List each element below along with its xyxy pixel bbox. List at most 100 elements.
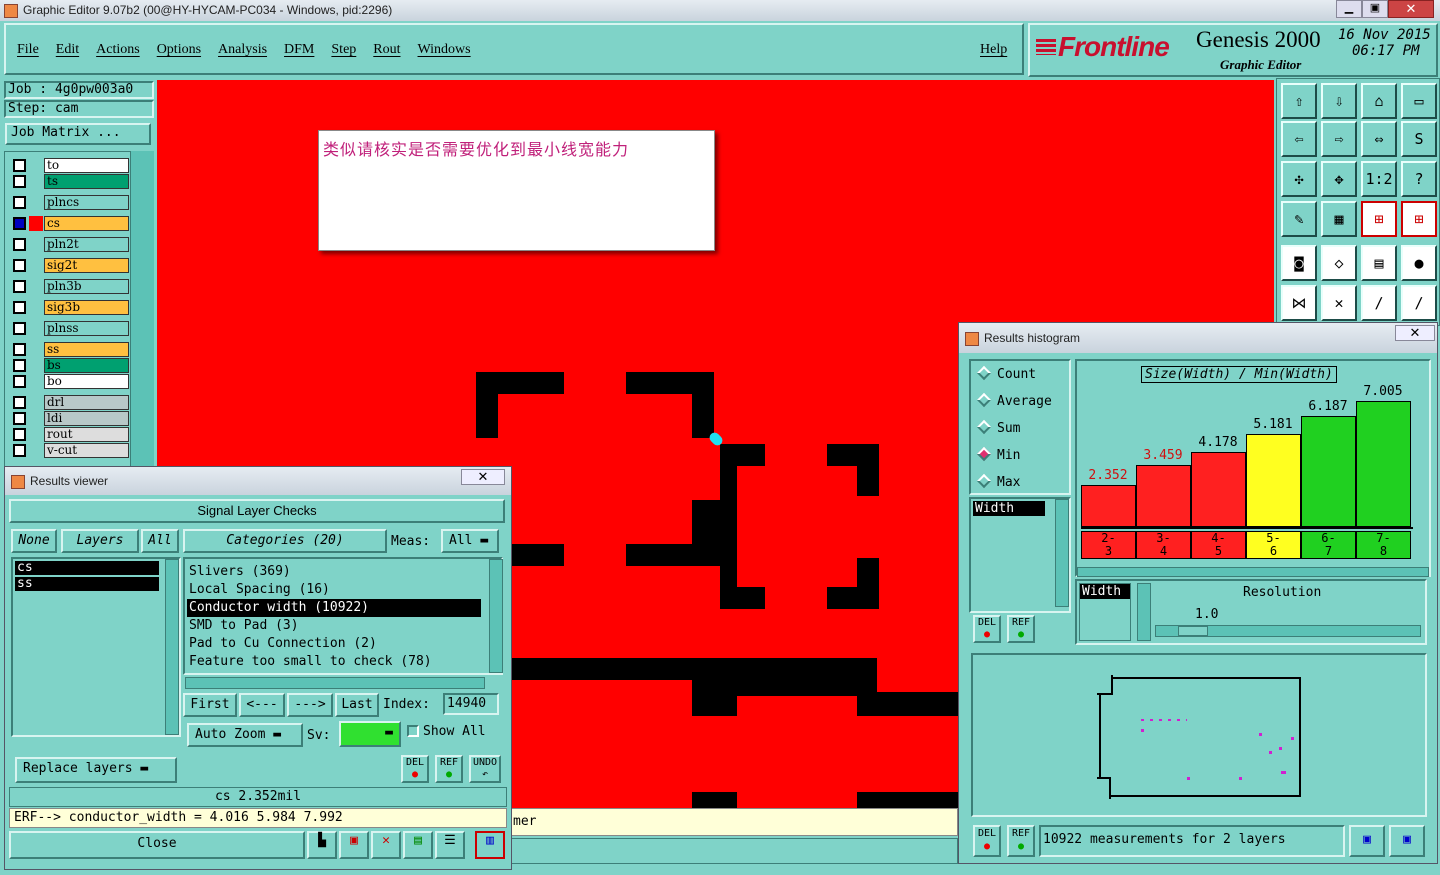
layers-alt-icon[interactable]: ⊞ <box>1401 201 1437 237</box>
layer-select-list[interactable]: cs ss <box>11 557 181 737</box>
line-alt-icon[interactable]: ∕ <box>1401 285 1437 321</box>
layer-name[interactable]: to <box>44 158 129 173</box>
layer-checkbox[interactable] <box>13 175 26 188</box>
list-item[interactable]: cs <box>15 561 159 575</box>
radio-icon[interactable] <box>976 365 992 381</box>
category-hscrollbar[interactable] <box>185 677 485 689</box>
pad-icon[interactable]: ◙ <box>1281 245 1317 281</box>
histogram-icon[interactable]: ▥ <box>475 831 505 859</box>
layer-checkbox[interactable] <box>13 301 26 314</box>
layer-name[interactable]: plncs <box>44 195 129 210</box>
move-down-icon[interactable]: ⇩ <box>1321 83 1357 119</box>
layer-name[interactable]: ts <box>44 174 129 189</box>
polygon-icon[interactable]: ◇ <box>1321 245 1357 281</box>
layer-checkbox[interactable] <box>13 217 26 230</box>
layer-color-swatch[interactable] <box>29 443 43 458</box>
layer-checkbox[interactable] <box>13 322 26 335</box>
layer-checkbox[interactable] <box>13 375 26 388</box>
layer-color-swatch[interactable] <box>29 237 43 252</box>
category-item[interactable]: SMD to Pad (3) <box>187 617 481 635</box>
layer-checkbox[interactable] <box>13 343 26 356</box>
layer-color-swatch[interactable] <box>29 321 43 336</box>
zoom-fit-icon[interactable]: ✣ <box>1281 161 1317 197</box>
histogram-bar[interactable] <box>1136 465 1191 527</box>
dot-icon[interactable]: ● <box>1401 245 1437 281</box>
layer-row-pln2t[interactable]: pln2t <box>11 237 129 252</box>
resolution-slider[interactable] <box>1155 625 1421 637</box>
histogram-bar[interactable] <box>1191 452 1246 527</box>
category-list[interactable]: Slivers (369) Local Spacing (16) Conductor… <box>183 557 503 675</box>
report-icon-5[interactable]: ☰ <box>435 831 465 859</box>
menu-analysis[interactable]: Analysis <box>218 42 267 57</box>
maximize-icon[interactable]: ▣ <box>1362 0 1388 18</box>
radio-icon[interactable] <box>976 419 992 435</box>
layer-checkbox[interactable] <box>13 238 26 251</box>
layers-button[interactable]: Layers <box>61 529 139 553</box>
layer-row-pln3b[interactable]: pln3b <box>11 279 129 294</box>
layer-row-bs[interactable]: bs <box>11 358 129 373</box>
report-icon-2[interactable]: ▣ <box>339 831 369 859</box>
category-item[interactable]: Conductor width (10922) <box>187 599 481 617</box>
layer-name[interactable]: sig2t <box>44 258 129 273</box>
layer-row-bo[interactable]: bo <box>11 374 129 389</box>
report-icon-3[interactable]: ✕ <box>371 831 401 859</box>
list-item[interactable]: Width <box>1080 584 1130 599</box>
layer-name[interactable]: v-cut <box>44 443 129 458</box>
layer-color-swatch[interactable] <box>29 411 43 426</box>
layer-name[interactable]: sig3b <box>44 300 129 315</box>
close-icon[interactable]: ✕ <box>461 469 505 485</box>
close-icon[interactable]: ✕ <box>1388 0 1434 18</box>
category-scrollbar[interactable] <box>489 559 503 673</box>
chart-hscrollbar[interactable] <box>1077 567 1429 577</box>
layers-icon[interactable]: ⊞ <box>1361 201 1397 237</box>
layer-color-swatch[interactable] <box>29 279 43 294</box>
connect-icon[interactable]: ⋈ <box>1281 285 1317 321</box>
layer-name[interactable]: drl <box>44 395 129 410</box>
cross-icon[interactable]: ✕ <box>1321 285 1357 321</box>
report-icon-4[interactable]: ▤ <box>403 831 433 859</box>
layer-name[interactable]: bo <box>44 374 129 389</box>
meas-select[interactable]: All ▬ <box>441 529 499 553</box>
layer-name[interactable]: pln2t <box>44 237 129 252</box>
first-button[interactable]: First <box>183 693 237 717</box>
measure-icon[interactable]: ▤ <box>1361 245 1397 281</box>
layer-checkbox[interactable] <box>13 159 26 172</box>
grid-icon[interactable]: ▦ <box>1321 201 1357 237</box>
layer-color-swatch[interactable] <box>29 427 43 442</box>
menu-file[interactable]: File <box>17 42 39 57</box>
last-button[interactable]: Last <box>335 693 379 717</box>
snap-icon[interactable]: S <box>1401 121 1437 157</box>
mode-radio-average[interactable]: Average <box>976 392 1052 409</box>
layer-color-swatch[interactable] <box>29 374 43 389</box>
layer-row-plnss[interactable]: plnss <box>11 321 129 336</box>
layer-checkbox[interactable] <box>13 412 26 425</box>
radio-icon[interactable] <box>976 392 992 408</box>
undo-button[interactable]: UNDO ↶ <box>469 755 501 783</box>
layer-checkbox[interactable] <box>13 259 26 272</box>
layer-list-scrollbar[interactable] <box>130 151 154 471</box>
move-left-icon[interactable]: ⇦ <box>1281 121 1317 157</box>
layer-row-ss[interactable]: ss <box>11 342 129 357</box>
layer-list-scrollbar[interactable] <box>165 559 179 735</box>
layer-checkbox[interactable] <box>13 280 26 293</box>
layer-color-swatch[interactable] <box>29 258 43 273</box>
none-button[interactable]: None <box>11 529 57 553</box>
histogram-bar[interactable] <box>1301 416 1356 527</box>
ref-button[interactable]: REF ● <box>1007 615 1035 643</box>
mirror-icon[interactable]: ⇔ <box>1361 121 1397 157</box>
histogram-bar[interactable] <box>1081 485 1136 527</box>
layer-checkbox[interactable] <box>13 428 26 441</box>
category-item[interactable]: Local Spacing (16) <box>187 581 481 599</box>
layer-row-drl[interactable]: drl <box>11 395 129 410</box>
layer-row-v-cut[interactable]: v-cut <box>11 443 129 458</box>
radio-icon[interactable] <box>976 473 992 489</box>
layer-name[interactable]: pln3b <box>44 279 129 294</box>
menu-edit[interactable]: Edit <box>56 42 79 57</box>
mode-radio-max[interactable]: Max <box>976 473 1020 490</box>
list-item[interactable]: Width <box>973 501 1045 516</box>
layer-checkbox[interactable] <box>13 196 26 209</box>
job-matrix-button[interactable]: Job Matrix ... <box>5 123 151 145</box>
layer-row-plncs[interactable]: plncs <box>11 195 129 210</box>
layer-name[interactable]: cs <box>44 216 129 231</box>
del-button[interactable]: DEL ● <box>401 755 429 783</box>
